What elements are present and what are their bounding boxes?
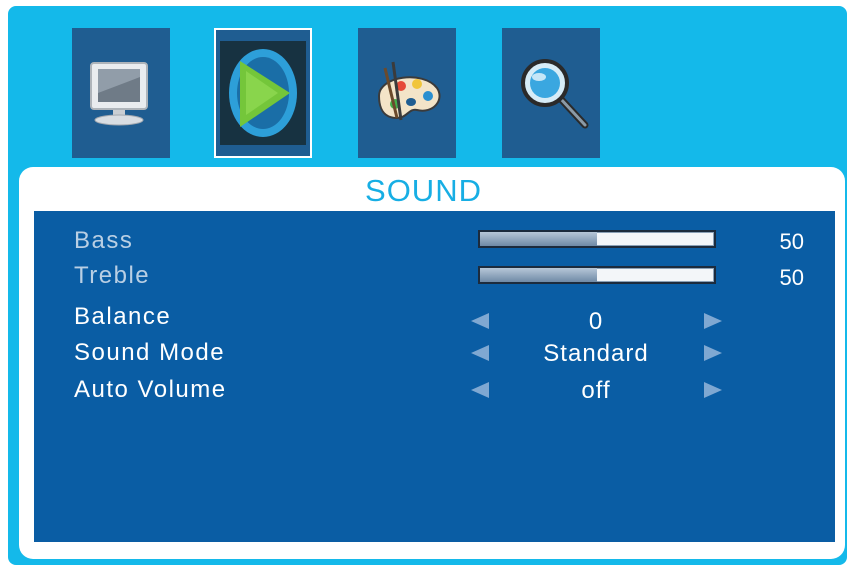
auto-volume-right-arrow-icon[interactable] [704,382,722,398]
bass-slider[interactable] [478,230,716,248]
magnifier-icon [521,59,589,129]
tab-search[interactable] [502,28,600,158]
balance-label: Balance [74,303,172,330]
sound-speaker-icon [220,41,306,145]
balance-right-arrow-icon[interactable] [704,313,722,329]
treble-slider[interactable] [478,266,716,284]
monitor-icon [90,62,148,126]
auto-volume-left-arrow-icon[interactable] [471,382,489,398]
bass-value: 50 [779,229,804,254]
auto-volume-label: Auto Volume [74,376,227,403]
treble-label: Treble [74,262,151,289]
tab-setup[interactable] [358,28,456,158]
palette-icon [377,61,441,121]
sound-mode-value: Standard [543,340,649,367]
sound-mode-label: Sound Mode [74,339,226,366]
sound-mode-left-arrow-icon[interactable] [471,345,489,361]
bass-slider-fill [480,232,597,246]
treble-value: 50 [779,265,804,290]
tab-picture[interactable] [72,28,170,158]
auto-volume-value: off [581,377,611,404]
bass-label: Bass [74,227,134,254]
sound-mode-right-arrow-icon[interactable] [704,345,722,361]
tab-sound[interactable] [214,28,312,158]
balance-left-arrow-icon[interactable] [471,313,489,329]
menu-title: SOUND [365,173,482,208]
balance-value: 0 [588,308,604,335]
treble-slider-fill [480,268,597,282]
